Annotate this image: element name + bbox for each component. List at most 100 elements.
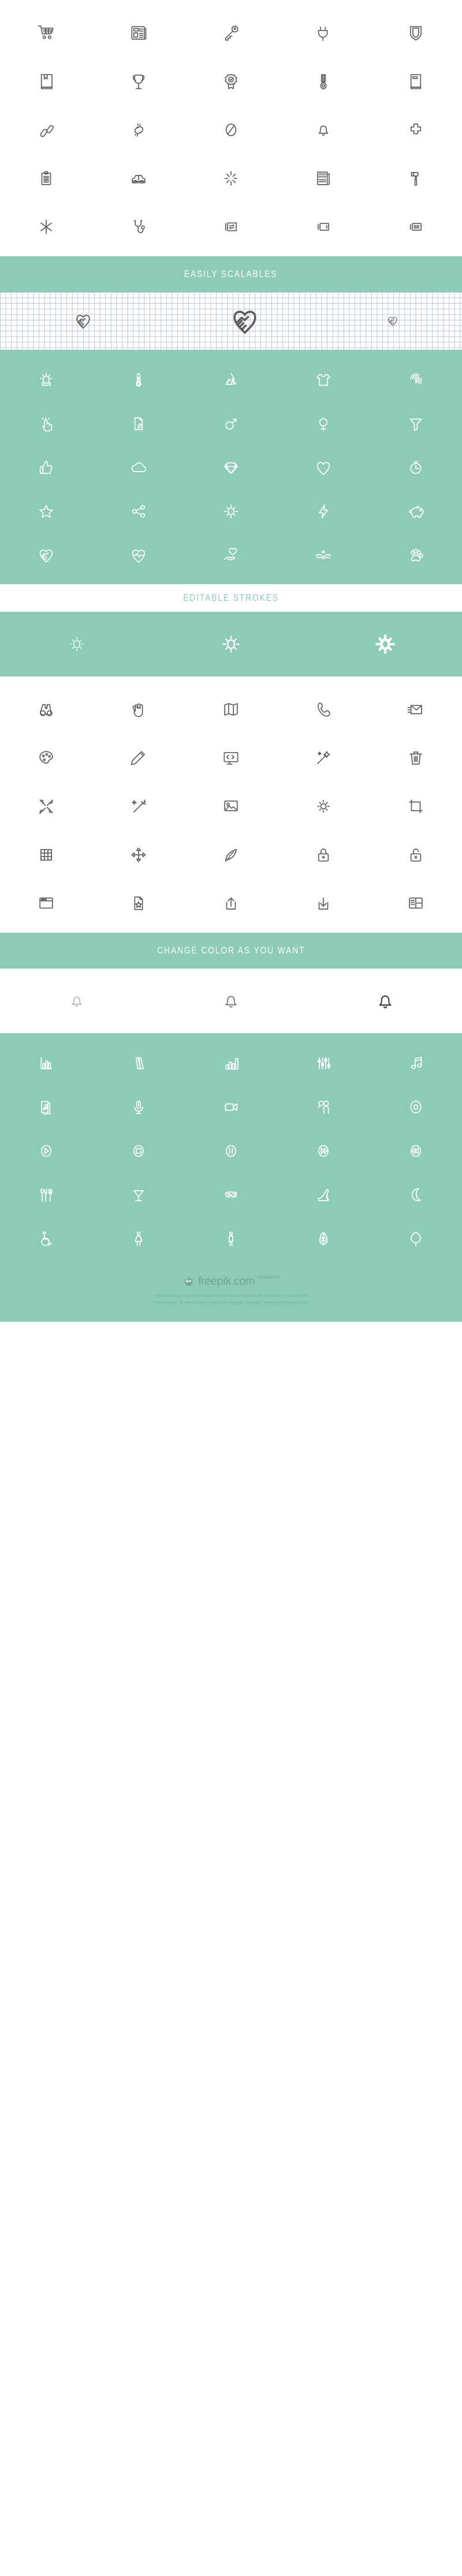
palette-icon[interactable]: [0, 741, 92, 775]
burst-icon[interactable]: [185, 162, 277, 195]
caring-hands-icon[interactable]: [277, 540, 370, 570]
crop-icon[interactable]: [370, 790, 462, 823]
magic-wand-icon[interactable]: [92, 790, 185, 823]
mail-send-icon[interactable]: [370, 693, 462, 726]
male-gender-icon[interactable]: [185, 409, 277, 439]
hammer-icon[interactable]: [370, 162, 462, 195]
piggy-bank-icon[interactable]: [370, 496, 462, 526]
medal-icon[interactable]: [277, 65, 370, 98]
sunglasses-icon[interactable]: [185, 1180, 277, 1210]
document-share-icon[interactable]: [92, 409, 185, 439]
cocktail-glass-icon[interactable]: [92, 1180, 185, 1210]
sun-icon[interactable]: [185, 496, 277, 526]
hand-stop-icon[interactable]: [92, 693, 185, 726]
paw-print-icon[interactable]: [370, 540, 462, 570]
funnel-icon[interactable]: [370, 409, 462, 439]
trophy-icon[interactable]: [92, 65, 185, 98]
power-plug-icon[interactable]: [277, 16, 370, 50]
thermometer-icon[interactable]: [92, 365, 185, 395]
book-closed-icon[interactable]: [370, 65, 462, 98]
asterisk-icon[interactable]: [0, 210, 92, 244]
code-monitor-icon[interactable]: [185, 741, 277, 775]
heartbeat-icon[interactable]: [92, 540, 185, 570]
prohibited-icon[interactable]: [185, 113, 277, 147]
checker-flag-icon[interactable]: [0, 838, 92, 872]
pencil-icon[interactable]: [92, 741, 185, 775]
lightning-bolt-icon[interactable]: [277, 496, 370, 526]
play-button-icon[interactable]: [0, 1136, 92, 1166]
diamond-icon[interactable]: [185, 453, 277, 483]
fast-forward-icon[interactable]: [277, 1136, 370, 1166]
bar-chart-icon[interactable]: [0, 1048, 92, 1078]
browser-window-icon[interactable]: [0, 887, 92, 920]
rewind-icon[interactable]: [370, 1136, 462, 1166]
user-search-icon[interactable]: [277, 1092, 370, 1122]
heart-icon[interactable]: [277, 453, 370, 483]
man-icon[interactable]: [185, 1224, 277, 1254]
upload-icon[interactable]: [185, 887, 277, 920]
bell-icon[interactable]: [277, 113, 370, 147]
stopwatch-icon[interactable]: [370, 453, 462, 483]
recycle-icon[interactable]: [185, 365, 277, 395]
compass-tent-icon[interactable]: [92, 1048, 185, 1078]
binoculars-icon[interactable]: [0, 693, 92, 726]
t-shirt-icon[interactable]: [277, 365, 370, 395]
lock-open-icon[interactable]: [370, 838, 462, 872]
cutlery-icon[interactable]: [0, 1180, 92, 1210]
song-book-icon[interactable]: [0, 1092, 92, 1122]
wheelchair-icon[interactable]: [0, 1224, 92, 1254]
shopping-cart-icon[interactable]: [0, 16, 92, 50]
newspaper-icon[interactable]: [92, 16, 185, 50]
woman-icon[interactable]: [92, 1224, 185, 1254]
lock-closed-icon[interactable]: [277, 838, 370, 872]
pills-icon[interactable]: [0, 113, 92, 147]
vinyl-record-icon[interactable]: [370, 1092, 462, 1122]
freepik-logo[interactable]: freepik.com designed by: [0, 1276, 462, 1287]
video-camera-icon[interactable]: [185, 1092, 277, 1122]
high-heel-icon[interactable]: [277, 1180, 370, 1210]
stethoscope-icon[interactable]: [92, 210, 185, 244]
handshake-heart-icon-size-3[interactable]: [323, 313, 462, 328]
tree-icon[interactable]: [370, 1224, 462, 1254]
handshake-heart-icon[interactable]: [0, 540, 92, 570]
layout-icon[interactable]: [370, 887, 462, 920]
equalizer-bars-icon[interactable]: [185, 1048, 277, 1078]
moon-icon[interactable]: [370, 1180, 462, 1210]
sun-icon-stroke-3[interactable]: [308, 630, 462, 659]
tools-cross-icon[interactable]: [0, 790, 92, 823]
sun-icon-stroke-2[interactable]: [154, 631, 308, 657]
sliders-icon[interactable]: [277, 1048, 370, 1078]
move-arrows-icon[interactable]: [92, 838, 185, 872]
shield-icon[interactable]: [370, 16, 462, 50]
download-icon[interactable]: [277, 887, 370, 920]
broken-link-icon[interactable]: [92, 113, 185, 147]
leaf-icon[interactable]: [277, 1224, 370, 1254]
star-icon[interactable]: [0, 496, 92, 526]
handshake-heart-icon-size-1[interactable]: [0, 309, 166, 332]
medical-cross-icon[interactable]: [370, 113, 462, 147]
magic-tools-icon[interactable]: [277, 741, 370, 775]
sun-small-icon[interactable]: [277, 790, 370, 823]
female-gender-icon[interactable]: [277, 409, 370, 439]
trash-icon[interactable]: [370, 741, 462, 775]
battery-empty-icon[interactable]: [277, 210, 370, 244]
bell-icon-color-1[interactable]: [0, 989, 154, 1012]
file-star-icon[interactable]: [92, 887, 185, 920]
pause-button-icon[interactable]: [185, 1136, 277, 1166]
clipboard-icon[interactable]: [0, 162, 92, 195]
hand-heart-icon[interactable]: [185, 540, 277, 570]
thumbs-up-icon[interactable]: [0, 453, 92, 483]
fingerprint-icon[interactable]: [370, 365, 462, 395]
car-icon[interactable]: [92, 162, 185, 195]
book-bookmark-icon[interactable]: [0, 65, 92, 98]
hand-pointing-icon[interactable]: [0, 409, 92, 439]
microphone-icon[interactable]: [92, 1092, 185, 1122]
quill-pen-icon[interactable]: [185, 838, 277, 872]
battery-full-icon[interactable]: [370, 210, 462, 244]
award-badge-icon[interactable]: [185, 65, 277, 98]
phone-icon[interactable]: [277, 693, 370, 726]
sun-icon-stroke-1[interactable]: [0, 633, 154, 656]
key-icon[interactable]: [185, 16, 277, 50]
bell-icon-color-3[interactable]: [308, 986, 462, 1015]
share-nodes-icon[interactable]: [92, 496, 185, 526]
